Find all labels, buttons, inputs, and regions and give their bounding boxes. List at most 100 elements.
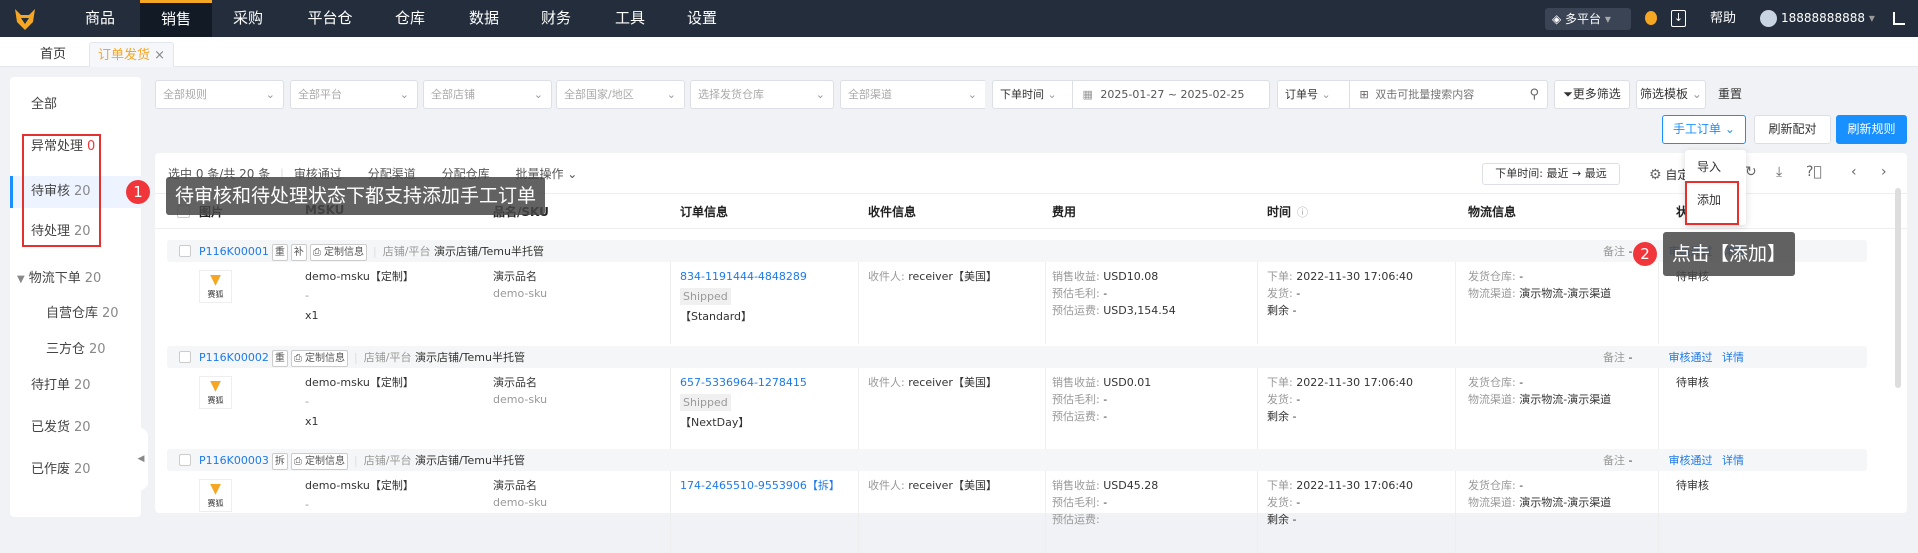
shop-filter[interactable]: 全部店铺 ⌄ xyxy=(423,80,552,109)
nav-item[interactable]: 仓库 xyxy=(374,0,446,37)
help-icon[interactable]: ?⃝ xyxy=(1806,164,1822,180)
row-checkbox[interactable] xyxy=(179,245,191,257)
tab-order-shipping[interactable]: 订单发货 × xyxy=(89,42,175,67)
receiver: receiver【美国】 xyxy=(908,479,997,492)
logo-icon: ▼ xyxy=(210,378,221,394)
platform-order-link[interactable]: 834-1191444-4848289 xyxy=(680,268,807,285)
custom-info-button[interactable]: ⎙ 定制信息 xyxy=(309,244,368,261)
sidebar-item[interactable]: 三方仓 20 xyxy=(10,334,141,366)
shipment-status-badge: Shipped xyxy=(680,394,731,411)
manual-order-button[interactable]: 手工订单 ⌄ xyxy=(1662,115,1746,144)
platform-filter[interactable]: 全部平台 ⌄ xyxy=(290,80,418,109)
nav-item[interactable]: 商品 xyxy=(64,0,136,37)
column-header: 费用 xyxy=(1052,205,1077,219)
download-icon[interactable]: ↓ xyxy=(1671,10,1686,27)
order-id-link[interactable]: P116K00003 xyxy=(199,454,269,467)
nav-item[interactable]: 工具 xyxy=(594,0,666,37)
chevron-down-icon: ⌄ xyxy=(1047,88,1057,101)
sidebar-item[interactable]: ▼ 物流下单 20 xyxy=(10,263,141,295)
order-group-header: P116K00003 拆 ⎙ 定制信息 | 店铺/平台 演示店铺/Temu半托管 备注 … xyxy=(167,449,1867,471)
channel-filter[interactable]: 全部渠道 ⌄ xyxy=(840,80,985,109)
caret-down-icon: ▼ xyxy=(17,274,25,285)
download-icon[interactable]: ⤓ xyxy=(1776,164,1782,180)
order-row: ▼ 赛狐 demo-msku【定制】 - 演示品名 demo-sku 174-2465… xyxy=(155,471,1895,553)
help-icon[interactable]: ⓘ xyxy=(1297,204,1308,220)
sku: demo-sku xyxy=(493,287,548,300)
sidebar-item[interactable]: 已发货 20 xyxy=(10,412,141,444)
menu-item-import[interactable]: 导入 xyxy=(1697,158,1721,175)
column-header: 订单信息 xyxy=(680,205,729,219)
custom-info-button[interactable]: ⎙ 定制信息 xyxy=(290,350,349,367)
collapse-sidebar-handle[interactable]: ◀ xyxy=(134,428,148,490)
chevron-down-icon: ⌄ xyxy=(815,88,825,101)
custom-info-button[interactable]: ⎙ 定制信息 xyxy=(290,453,349,470)
order-row: ▼ 赛狐 demo-msku【定制】 - x1 演示品名 demo-sku 657-53… xyxy=(155,368,1895,450)
date-range-filter[interactable]: 下单时间 ⌄ ▦ 2025-01-27 ~ 2025-02-25 xyxy=(992,80,1270,109)
tooltip-step-2: 点击【添加】 xyxy=(1663,232,1796,276)
platform-order-link[interactable]: 657-5336964-1278415 xyxy=(680,374,807,391)
approve-link[interactable]: 审核通过 xyxy=(1668,351,1712,364)
nav-item[interactable]: 财务 xyxy=(520,0,592,37)
detail-link[interactable]: 详情 xyxy=(1722,454,1744,467)
order-id-link[interactable]: P116K00002 xyxy=(199,351,269,364)
next-page-icon[interactable]: › xyxy=(1881,164,1887,180)
prev-page-icon[interactable]: ‹ xyxy=(1851,164,1857,180)
rule-filter[interactable]: 全部规则 ⌄ xyxy=(155,80,284,109)
notification-icon[interactable] xyxy=(1645,11,1657,25)
order-search[interactable]: 订单号 ⌄ ⊞ ⚲ xyxy=(1277,80,1548,109)
nav-item[interactable]: 平台仓 xyxy=(294,0,366,37)
highlight-status-items xyxy=(22,134,101,247)
row-checkbox[interactable] xyxy=(179,351,191,363)
order-status: 待审核 xyxy=(1676,376,1709,389)
sidebar-item[interactable]: 全部 xyxy=(10,89,141,121)
sidebar-item[interactable]: 待打单 20 xyxy=(10,370,141,402)
filter-icon: ⏷ xyxy=(1563,87,1573,101)
msku: demo-msku【定制】 xyxy=(305,479,414,492)
receiver: receiver【美国】 xyxy=(908,270,997,283)
row-checkbox[interactable] xyxy=(179,454,191,466)
nav-item[interactable]: 销售 xyxy=(140,0,212,37)
refresh-rules-button[interactable]: 刷新规则 xyxy=(1836,115,1907,144)
search-type-select[interactable]: 订单号 ⌄ xyxy=(1278,81,1350,108)
fullscreen-icon[interactable] xyxy=(1893,12,1905,25)
shipping-type: 【NextDay】 xyxy=(680,416,750,429)
refresh-pairing-button[interactable]: 刷新配对 xyxy=(1754,115,1831,144)
tab-home[interactable]: 首页 xyxy=(32,42,74,67)
sort-toggle[interactable]: 下单时间: 最近 → 最远 xyxy=(1482,163,1620,185)
sku: demo-sku xyxy=(493,496,548,509)
help-link[interactable]: 帮助 xyxy=(1710,0,1736,37)
platform-order-link[interactable]: 174-2465510-9553906【拆】 xyxy=(680,477,840,494)
caret-down-icon: ▾ xyxy=(1868,11,1875,25)
user-name[interactable]: 18888888888 ▾ xyxy=(1781,0,1875,37)
chevron-down-icon: ⌄ xyxy=(265,88,275,101)
approve-link[interactable]: 审核通过 xyxy=(1668,454,1712,467)
platform-icon: ◈ xyxy=(1552,12,1566,26)
reset-button[interactable]: 重置 xyxy=(1718,80,1742,109)
nav-item[interactable]: 设置 xyxy=(666,0,738,37)
order-id-link[interactable]: P116K00001 xyxy=(199,245,269,258)
search-input[interactable] xyxy=(1375,89,1526,101)
more-filters-button[interactable]: ⏷更多筛选 xyxy=(1554,80,1630,109)
chevron-down-icon: ⌄ xyxy=(399,88,409,101)
order-tag: 补 xyxy=(290,244,307,261)
refresh-icon[interactable]: ↻ xyxy=(1745,164,1757,180)
platform-switch[interactable]: ◈ 多平台 ▾ xyxy=(1545,8,1631,30)
nav-item[interactable]: 采购 xyxy=(212,0,284,37)
sidebar-item[interactable]: 自营仓库 20 xyxy=(10,298,141,330)
close-icon[interactable]: × xyxy=(154,48,165,63)
country-filter[interactable]: 全部国家/地区 ⌄ xyxy=(556,80,685,109)
time-type-select[interactable]: 下单时间 ⌄ xyxy=(993,81,1073,108)
sidebar-item[interactable]: 已作废 20 xyxy=(10,454,141,486)
warehouse-filter[interactable]: 选择发货仓库 ⌄ xyxy=(690,80,834,109)
nav-item[interactable]: 数据 xyxy=(448,0,520,37)
top-nav: 商品 销售 采购 平台仓 仓库 数据 财务 工具 设置 ◈ 多平台 ▾ ↓ 帮助 1888888… xyxy=(0,0,1918,37)
date-range-value[interactable]: 2025-01-27 ~ 2025-02-25 xyxy=(1100,88,1244,101)
scrollbar[interactable] xyxy=(1895,188,1901,388)
product-name: 演示品名 xyxy=(493,270,537,283)
search-icon[interactable]: ⚲ xyxy=(1529,81,1539,108)
avatar[interactable] xyxy=(1760,10,1777,27)
detail-link[interactable]: 详情 xyxy=(1722,351,1744,364)
order-row: ▼ 赛狐 demo-msku【定制】 - x1 演示品名 demo-sku 834-11… xyxy=(155,262,1895,344)
chevron-down-icon: ⌄ xyxy=(1321,88,1331,101)
filter-template-button[interactable]: 筛选模板 ⌄ xyxy=(1636,80,1706,109)
